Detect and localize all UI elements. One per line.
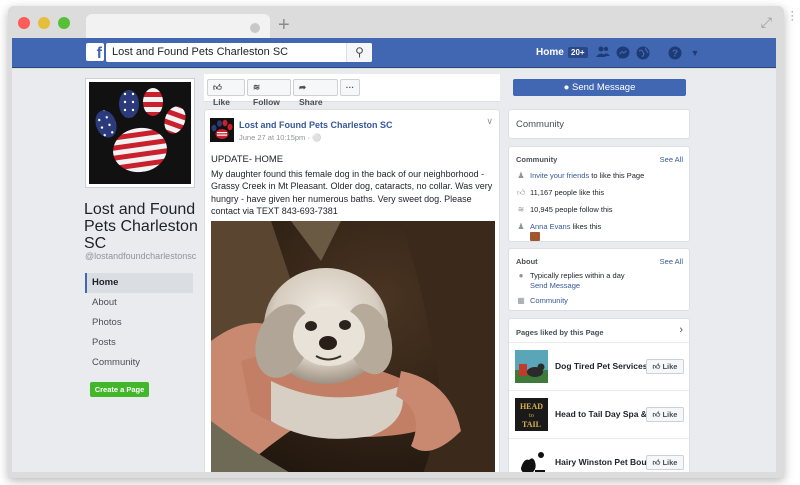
- globe-icon[interactable]: [636, 46, 650, 60]
- liked-page-item: Dog Tired Pet Services 👍︎ Like: [509, 342, 689, 390]
- liked-page-name[interactable]: Head to Tail Day Spa &...: [555, 409, 654, 419]
- pages-liked-title: Pages liked by this Page: [516, 328, 604, 337]
- messenger-icon[interactable]: [616, 46, 630, 60]
- community-header-box: Community: [508, 109, 690, 139]
- liked-page-thumbnail[interactable]: [515, 446, 548, 472]
- liked-page-item: HEAD to TAIL Head to Tail Day Spa &... 👍…: [509, 390, 689, 438]
- close-window-button[interactable]: [18, 17, 30, 29]
- community-see-all-link[interactable]: See All: [660, 155, 683, 164]
- nav-item-about[interactable]: About: [85, 293, 193, 313]
- facebook-top-bar: f Lost and Found Pets Charleston SC ⚲ Ho…: [12, 38, 776, 68]
- home-link[interactable]: Home: [536, 47, 564, 58]
- thumbs-up-icon: 👍︎: [516, 188, 526, 197]
- friends-icon[interactable]: [596, 46, 610, 60]
- nav-item-posts[interactable]: Posts: [85, 333, 193, 353]
- page-profile-picture[interactable]: [86, 79, 194, 187]
- post-options-chevron-icon[interactable]: ∨: [486, 116, 493, 127]
- rss-icon: ≋: [253, 82, 261, 92]
- create-page-button[interactable]: Create a Page: [90, 382, 149, 397]
- thumbs-up-icon: 👍︎: [652, 410, 661, 419]
- community-section-title: Community: [516, 155, 558, 164]
- follows-count-row: ≋ 10,945 people follow this: [517, 205, 613, 214]
- more-options-button[interactable]: ···: [340, 79, 360, 96]
- caret-down-icon[interactable]: ▼: [688, 46, 702, 60]
- messenger-icon: ●: [518, 271, 524, 280]
- liked-page-thumbnail[interactable]: [515, 350, 548, 383]
- invite-friends-row: ♟ Invite your friends to like this Page: [517, 171, 645, 180]
- friend-likes-row: ♟ Anna Evans likes this: [517, 222, 602, 231]
- friend-name-link[interactable]: Anna Evans: [530, 222, 570, 231]
- minimize-window-button[interactable]: [38, 17, 50, 29]
- svg-text:?: ?: [672, 49, 678, 60]
- svg-text:to: to: [529, 413, 534, 419]
- zoom-window-button[interactable]: [58, 17, 70, 29]
- add-friend-icon: ♟: [517, 171, 525, 180]
- search-input-value: Lost and Found Pets Charleston SC: [112, 46, 289, 58]
- post-body-text: My daughter found this female dog in the…: [211, 169, 493, 216]
- pages-liked-section: Pages liked by this Page › Dog Tired Pet…: [508, 318, 690, 472]
- about-see-all-link[interactable]: See All: [660, 257, 683, 266]
- friend-avatar[interactable]: [530, 232, 540, 241]
- like-page-button[interactable]: 👍︎ Like: [207, 79, 245, 107]
- about-send-message-row: Send Message: [530, 281, 580, 290]
- public-globe-icon: ⚪: [311, 133, 322, 142]
- share-arrow-icon: ➦: [299, 82, 307, 92]
- nav-item-community[interactable]: Community: [85, 353, 193, 373]
- liked-page-like-button[interactable]: 👍︎ Like: [646, 407, 684, 422]
- tab-close-icon[interactable]: [250, 23, 260, 33]
- thumbs-up-icon: 👍︎: [213, 82, 222, 92]
- category-icon: ▦: [517, 296, 525, 305]
- liked-page-thumbnail[interactable]: HEAD to TAIL: [515, 398, 548, 431]
- follow-page-button[interactable]: ≋ Follow: [247, 79, 291, 107]
- facebook-logo[interactable]: f: [86, 43, 104, 62]
- post-photo[interactable]: [211, 221, 495, 472]
- liked-page-name[interactable]: Hairy Winston Pet Bou...: [555, 457, 654, 467]
- facebook-page: Lost and Found Pets Charleston SC @losta…: [12, 69, 776, 472]
- page-action-bar: 👍︎ Like ≋ Follow ➦ Share ···: [204, 74, 500, 107]
- category-link[interactable]: Community: [530, 296, 568, 305]
- post-heading: UPDATE- HOME: [211, 154, 284, 165]
- post-author-avatar[interactable]: [210, 118, 234, 142]
- about-section-title: About: [516, 257, 538, 266]
- community-section: Community See All ♟ Invite your friends t…: [508, 146, 690, 242]
- chevron-right-icon[interactable]: ›: [679, 324, 683, 336]
- liked-page-like-button[interactable]: 👍︎ Like: [646, 455, 684, 470]
- messenger-icon: ●: [563, 82, 570, 93]
- thumbs-up-icon: 👍︎: [652, 458, 661, 467]
- nav-item-home[interactable]: Home: [85, 273, 193, 293]
- page-title: Lost and Found Pets Charleston SC: [84, 201, 198, 252]
- send-message-button[interactable]: ● Send Message: [513, 79, 686, 96]
- rss-icon: ≋: [517, 205, 525, 214]
- likes-count-row: 👍︎ 11,167 people like this: [516, 188, 605, 197]
- reply-time-row: ● Typically replies within a day: [516, 271, 625, 280]
- liked-page-item: Hairy Winston Pet Bou... 👍︎ Like: [509, 438, 689, 472]
- post-card: Lost and Found Pets Charleston SC June 2…: [204, 109, 500, 472]
- expand-arrows-icon[interactable]: ⤢: [761, 14, 772, 31]
- search-icon[interactable]: ⚲: [346, 43, 372, 62]
- new-tab-button[interactable]: +: [278, 15, 290, 35]
- nav-item-photos[interactable]: Photos: [85, 313, 193, 333]
- post-author-link[interactable]: Lost and Found Pets Charleston SC: [239, 120, 393, 130]
- about-send-message-link[interactable]: Send Message: [530, 281, 580, 290]
- svg-text:HEAD: HEAD: [520, 402, 543, 411]
- post-timestamp[interactable]: June 27 at 10:15pm · ⚪: [239, 133, 321, 142]
- search-input[interactable]: Lost and Found Pets Charleston SC ⚲: [106, 43, 372, 62]
- community-header: Community: [516, 119, 565, 130]
- friends-icon: ♟: [517, 222, 525, 231]
- liked-page-name[interactable]: Dog Tired Pet Services: [555, 361, 647, 371]
- page-handle: @lostandfoundcharlestonsc: [85, 251, 197, 261]
- about-section: About See All ● Typically replies within …: [508, 248, 690, 311]
- help-icon[interactable]: ?: [668, 46, 682, 60]
- category-row: ▦ Community: [516, 296, 568, 305]
- page-nav: Home About Photos Posts Community: [85, 273, 193, 373]
- share-page-button[interactable]: ➦ Share: [293, 79, 338, 107]
- home-badge: 20+: [568, 47, 588, 58]
- invite-friends-link[interactable]: Invite your friends: [530, 171, 589, 180]
- browser-menu-icon[interactable]: · · ·: [790, 7, 794, 26]
- thumbs-up-icon: 👍︎: [652, 362, 661, 371]
- svg-text:TAIL: TAIL: [522, 420, 541, 429]
- liked-page-like-button[interactable]: 👍︎ Like: [646, 359, 684, 374]
